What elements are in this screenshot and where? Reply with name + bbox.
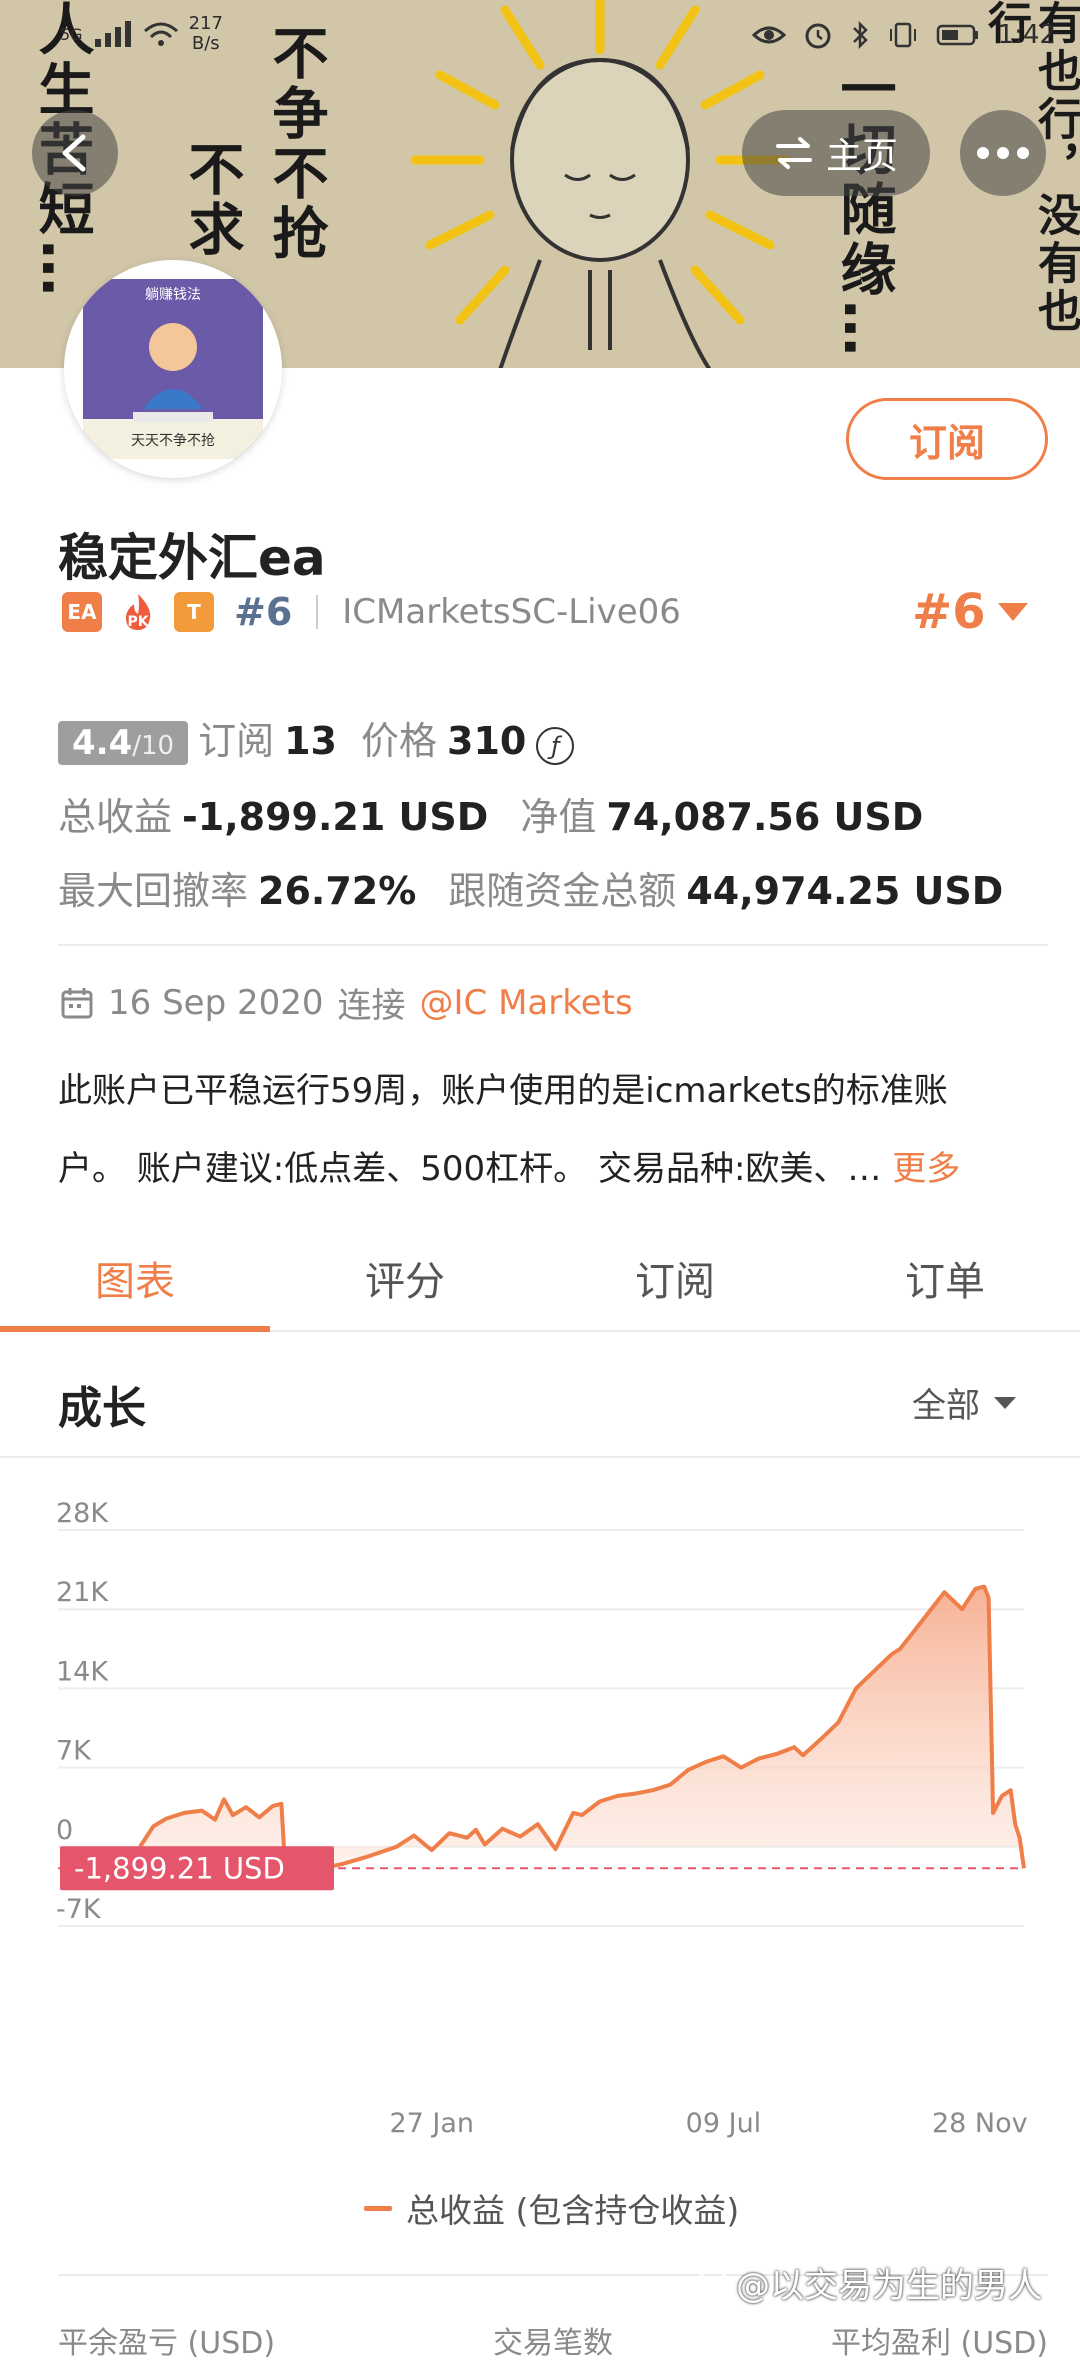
stats-row-1: 4.4/10 订阅 13 价格 310 ƒ bbox=[58, 710, 575, 765]
y-tick-label: 21K bbox=[56, 1577, 109, 1608]
weibo-icon bbox=[697, 2267, 729, 2298]
stats-row-3: 最大回撤率 26.72% 跟随资金总额 44,974.25 USD bbox=[58, 860, 1003, 915]
subs-value: 13 bbox=[284, 719, 337, 763]
switch-icon bbox=[775, 137, 812, 169]
battery-icon bbox=[936, 24, 978, 46]
filter-label: 全部 bbox=[912, 1386, 980, 1426]
more-dots-icon bbox=[977, 147, 1029, 159]
rating-badge: 4.4/10 bbox=[58, 721, 189, 765]
summary-label-2: 交易笔数 bbox=[493, 2326, 613, 2361]
connect-date: 16 Sep 2020 bbox=[108, 982, 324, 1023]
avatar-image: 躺赚钱法 天天不争不抢 bbox=[83, 279, 263, 459]
eye-icon bbox=[751, 26, 786, 44]
drawdown-label: 最大回撤率 bbox=[58, 869, 249, 913]
connection-info: 16 Sep 2020 连接 @IC Markets bbox=[60, 978, 633, 1027]
follow-label: 跟随资金总额 bbox=[448, 869, 677, 913]
subscribe-button[interactable]: 订阅 bbox=[846, 398, 1048, 480]
description-line-2: 户。 账户建议:低点差、500杠杆。 交易品种:欧美、… 更多 bbox=[58, 1149, 961, 1189]
avatar-caption-bottom: 天天不争不抢 bbox=[131, 432, 215, 449]
strategy-name: 稳定外汇ea bbox=[58, 529, 326, 587]
follow-value: 44,974.25 USD bbox=[686, 869, 1004, 913]
avatar[interactable]: 躺赚钱法 天天不争不抢 bbox=[64, 260, 282, 478]
x-tick-label: 09 Jul bbox=[686, 2108, 762, 2139]
x-tick-label: 27 Jan bbox=[389, 2108, 474, 2139]
bluetooth-icon bbox=[852, 20, 868, 50]
banner-text-left-2: 不求 bbox=[179, 140, 244, 260]
price-label: 价格 bbox=[360, 719, 437, 763]
price-value: 310 bbox=[447, 719, 527, 763]
clock-time: 1:42 bbox=[997, 20, 1056, 50]
coin-icon: ƒ bbox=[536, 727, 575, 765]
avatar-caption-top: 躺赚钱法 bbox=[145, 287, 201, 303]
equity-value: 74,087.56 USD bbox=[606, 795, 924, 839]
description-line-1: 此账户已平稳运行59周，账户使用的是icmarkets的标准账 bbox=[58, 1071, 948, 1111]
watermark-text: @以交易为生的男人 bbox=[736, 2266, 1042, 2306]
alarm-icon bbox=[805, 23, 831, 49]
equity-label: 净值 bbox=[520, 795, 597, 839]
summary-label-3: 平均盈利 (USD) bbox=[830, 2326, 1048, 2361]
network-speed: 217 B/s bbox=[188, 13, 223, 54]
back-arrow-icon bbox=[62, 134, 86, 172]
y-tick-label: -7K bbox=[56, 1894, 102, 1925]
rank-dropdown[interactable]: #6 bbox=[912, 584, 1030, 640]
caret-down-icon bbox=[997, 603, 1028, 621]
current-value-badge: -1,899.21 USD bbox=[60, 1846, 334, 1891]
y-tick-label: 28K bbox=[56, 1498, 109, 1529]
growth-chart: 28K 21K 14K 7K 0 -7K -1,899.21 USD 27 Jan 09 J… bbox=[56, 1498, 1028, 2139]
summary-labels: 平余盈亏 (USD) 交易笔数 平均盈利 (USD) bbox=[58, 2318, 1048, 2362]
stats-row-2: 总收益 -1,899.21 USD 净值 74,087.56 USD bbox=[58, 786, 923, 841]
watermark: @以交易为生的男人 bbox=[696, 2258, 1042, 2307]
drawdown-value: 26.72% bbox=[258, 869, 417, 913]
y-tick-label: 7K bbox=[56, 1736, 92, 1767]
connect-label: 连接 bbox=[337, 986, 406, 1026]
broker-link[interactable]: @IC Markets bbox=[420, 983, 633, 1023]
y-tick-label: 14K bbox=[56, 1656, 109, 1687]
ea-badge: EA bbox=[62, 592, 102, 632]
banner-text-right-1: 一切随缘… bbox=[831, 60, 896, 360]
section-title: 成长 bbox=[58, 1383, 146, 1434]
legend-label: 总收益 (包含持仓收益) bbox=[406, 2191, 740, 2230]
total-profit-label: 总收益 bbox=[58, 795, 173, 839]
network-indicator: 5G bbox=[60, 24, 83, 44]
back-button[interactable] bbox=[32, 110, 118, 196]
summary-label-1: 平余盈亏 (USD) bbox=[58, 2326, 276, 2361]
growth-area bbox=[140, 1586, 1024, 1881]
rank-small: #6 bbox=[234, 590, 293, 634]
calendar-icon bbox=[61, 987, 93, 1018]
flame-icon: PK bbox=[126, 594, 151, 630]
tag-row: EA PK T #6 ICMarketsSC-Live06 bbox=[62, 590, 681, 634]
tab-orders[interactable]: 订单 bbox=[810, 1226, 1080, 1330]
chart-legend: 总收益 (包含持仓收益) bbox=[364, 2184, 739, 2232]
subs-label: 订阅 bbox=[198, 719, 275, 763]
status-bar: 5G 217 B/s 1:42 bbox=[0, 0, 1080, 64]
total-profit-value: -1,899.21 USD bbox=[182, 795, 489, 839]
signal-icon bbox=[94, 21, 131, 47]
more-button[interactable] bbox=[960, 110, 1046, 196]
tab-rating[interactable]: 评分 bbox=[270, 1226, 540, 1330]
home-label: 主页 bbox=[825, 136, 898, 177]
divider bbox=[0, 1456, 1080, 1458]
server-name: ICMarketsSC-Live06 bbox=[342, 592, 681, 632]
legend-swatch bbox=[364, 2205, 392, 2211]
tab-chart[interactable]: 图表 bbox=[0, 1226, 270, 1332]
divider bbox=[58, 944, 1048, 946]
account-description: 此账户已平稳运行59周，账户使用的是icmarkets的标准账 户。 账户建议:… bbox=[58, 1052, 1018, 1208]
pk-badge: PK bbox=[116, 592, 160, 632]
wifi-icon bbox=[143, 22, 178, 46]
svg-text:PK: PK bbox=[127, 614, 149, 630]
more-link[interactable]: 更多 bbox=[892, 1149, 960, 1189]
vibrate-icon bbox=[889, 22, 916, 48]
tab-subscribe[interactable]: 订阅 bbox=[540, 1226, 810, 1330]
range-filter[interactable]: 全部 bbox=[912, 1378, 1018, 1427]
x-tick-label: 28 Nov bbox=[932, 2108, 1028, 2139]
t-badge: T bbox=[174, 592, 214, 632]
rank-big-label: #6 bbox=[912, 584, 986, 640]
divider bbox=[316, 595, 319, 629]
home-button[interactable]: 主页 bbox=[742, 110, 930, 196]
y-tick-label: 0 bbox=[56, 1815, 73, 1846]
caret-down-icon bbox=[994, 1396, 1016, 1409]
current-value-label: -1,899.21 USD bbox=[74, 1851, 285, 1885]
tab-bar: 图表 评分 订阅 订单 bbox=[0, 1226, 1080, 1332]
